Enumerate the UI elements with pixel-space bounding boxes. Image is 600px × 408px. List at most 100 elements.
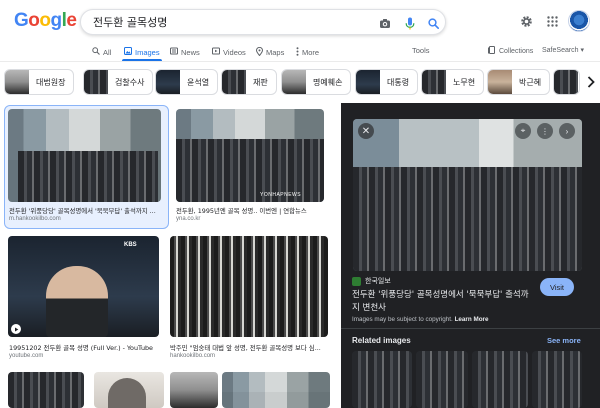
result-thumbnail[interactable] bbox=[170, 236, 328, 337]
header: Google bbox=[0, 0, 600, 42]
image-result[interactable]: KBS 19951202 전두환 골목 성명 (Full Ver.) - You… bbox=[8, 236, 160, 360]
chips-next-arrow-icon[interactable] bbox=[582, 73, 600, 91]
preview-source[interactable]: 한국일보 bbox=[352, 276, 391, 286]
image-result[interactable]: 전두환 '위풍당당' 골목성명에서 '묵묵부답' 출석까지 ... m.hank… bbox=[8, 109, 166, 225]
safesearch-label: SafeSearch bbox=[542, 47, 579, 54]
tab-all[interactable]: All bbox=[92, 45, 111, 59]
account-avatar[interactable] bbox=[568, 10, 590, 32]
close-icon[interactable]: ✕ bbox=[358, 123, 374, 139]
result-caption[interactable]: 박주민 "엄숭태 대법 앞 성명, 전두환 골목성명 보다 심... bbox=[170, 343, 328, 352]
tools-button[interactable]: Tools bbox=[412, 46, 430, 55]
result-caption[interactable]: 전두환 '위풍당당' 골목성명에서 '묵묵부답' 출석까지 ... bbox=[9, 206, 165, 215]
tab-maps[interactable]: Maps bbox=[255, 45, 284, 59]
google-logo[interactable]: Google bbox=[14, 10, 77, 32]
result-source: m.hankookilbo.com bbox=[9, 216, 61, 222]
safesearch-dropdown[interactable]: SafeSearch ▾ bbox=[542, 46, 584, 54]
result-thumbnail[interactable]: KBS bbox=[8, 236, 159, 337]
settings-gear-icon[interactable] bbox=[518, 13, 534, 29]
preview-image[interactable] bbox=[353, 119, 582, 271]
collections-label: Collections bbox=[499, 47, 534, 55]
image-result[interactable] bbox=[170, 372, 218, 408]
crowd-figures bbox=[18, 151, 158, 202]
chip[interactable]: 박근혜 bbox=[487, 69, 551, 95]
portrait-figure bbox=[108, 378, 146, 408]
chip-label: 노무현 bbox=[453, 77, 476, 87]
search-small-icon bbox=[92, 47, 100, 57]
chip[interactable]: 재판 bbox=[221, 69, 277, 95]
result-thumbnail[interactable] bbox=[222, 372, 330, 408]
result-source: youtube.com bbox=[9, 353, 44, 359]
image-result[interactable] bbox=[8, 372, 84, 408]
related-image-thumbnail[interactable] bbox=[472, 351, 528, 408]
search-icon[interactable] bbox=[425, 15, 441, 31]
tab-label: All bbox=[103, 47, 112, 57]
search-tabs: All Images News Videos Maps More Tools C… bbox=[0, 42, 600, 62]
divider bbox=[341, 328, 600, 329]
video-icon bbox=[212, 47, 220, 57]
tab-label: Images bbox=[135, 47, 160, 57]
search-input[interactable] bbox=[93, 15, 363, 28]
preview-title[interactable]: 전두환 '위풍당당' 골목성명에서 '묵묵부답' 출석까지 변천사 bbox=[352, 289, 532, 314]
collections-button[interactable]: Collections bbox=[488, 46, 533, 56]
microphone-icon[interactable] bbox=[402, 15, 418, 31]
result-thumbnail[interactable] bbox=[94, 372, 164, 408]
result-source: hankookilbo.com bbox=[170, 353, 216, 359]
tab-more[interactable]: More bbox=[296, 45, 319, 59]
active-tab-indicator bbox=[122, 59, 162, 61]
image-result[interactable] bbox=[94, 372, 164, 408]
tab-news[interactable]: News bbox=[170, 45, 200, 59]
result-source: yna.co.kr bbox=[176, 216, 201, 222]
search-box[interactable] bbox=[80, 9, 446, 35]
image-result[interactable]: YONHAPNEWS 전두환, 1995년엔 골목 성명.. 이번엔 | 연합뉴… bbox=[176, 109, 328, 225]
chip-label: 윤석열 bbox=[187, 77, 210, 87]
result-thumbnail[interactable] bbox=[8, 109, 161, 202]
apps-grid-icon[interactable] bbox=[544, 13, 560, 29]
result-thumbnail[interactable]: YONHAPNEWS bbox=[176, 109, 324, 202]
related-images-heading: Related images bbox=[352, 336, 411, 345]
logo-letter: e bbox=[66, 10, 77, 31]
chip[interactable]: 대법원장 bbox=[4, 69, 75, 95]
chip-thumbnail bbox=[84, 70, 108, 94]
result-caption[interactable]: 19951202 전두환 골목 성명 (Full Ver.) - YouTube bbox=[9, 343, 159, 352]
play-icon[interactable] bbox=[11, 324, 21, 334]
chip[interactable]: 대통령 bbox=[355, 69, 419, 95]
logo-letter: o bbox=[28, 10, 40, 31]
result-thumbnail[interactable] bbox=[8, 372, 84, 408]
chip-label: 검찰수사 bbox=[115, 77, 145, 87]
chip-label: 재판 bbox=[253, 77, 268, 87]
news-icon bbox=[170, 47, 178, 57]
related-image-thumbnail[interactable] bbox=[352, 351, 412, 408]
chip-thumbnail bbox=[554, 70, 578, 94]
chip[interactable]: 명예훼손 bbox=[281, 69, 352, 95]
related-image-thumbnail[interactable] bbox=[416, 351, 468, 408]
tab-videos[interactable]: Videos bbox=[212, 45, 246, 59]
caret-down-icon: ▾ bbox=[580, 47, 585, 54]
tab-label: More bbox=[302, 47, 320, 57]
chip-label: 대법원장 bbox=[36, 77, 66, 87]
chip-thumbnail bbox=[156, 70, 180, 94]
search-inside-image-icon[interactable]: ⌖ bbox=[515, 123, 531, 139]
related-image-thumbnail[interactable] bbox=[532, 351, 582, 408]
result-caption[interactable]: 전두환, 1995년엔 골목 성명.. 이번엔 | 연합뉴스 bbox=[176, 206, 326, 215]
share-icon[interactable]: ⋮ bbox=[537, 123, 553, 139]
see-more-link[interactable]: See more bbox=[547, 336, 581, 345]
visit-button[interactable]: Visit bbox=[540, 278, 574, 296]
chip[interactable]: 노무현 bbox=[421, 69, 485, 95]
chip[interactable]: 검찰수사 bbox=[83, 69, 154, 95]
next-image-icon[interactable]: › bbox=[559, 123, 575, 139]
camera-icon[interactable] bbox=[377, 15, 393, 31]
kbs-badge: KBS bbox=[124, 242, 137, 248]
logo-letter: g bbox=[50, 10, 63, 31]
chip[interactable] bbox=[553, 69, 580, 95]
speaker-figure bbox=[46, 266, 108, 337]
chip[interactable]: 윤석열 bbox=[155, 69, 219, 95]
logo-letter: G bbox=[14, 10, 29, 31]
learn-more-link[interactable]: Learn More bbox=[455, 316, 489, 323]
crowd-figures bbox=[176, 139, 324, 202]
image-result[interactable]: 박주민 "엄숭태 대법 앞 성명, 전두환 골목성명 보다 심... hanko… bbox=[170, 236, 330, 360]
tab-label: News bbox=[181, 47, 200, 57]
tab-images[interactable]: Images bbox=[124, 45, 160, 59]
chip-thumbnail bbox=[488, 70, 512, 94]
result-thumbnail[interactable] bbox=[170, 372, 218, 408]
image-result[interactable] bbox=[222, 372, 330, 408]
